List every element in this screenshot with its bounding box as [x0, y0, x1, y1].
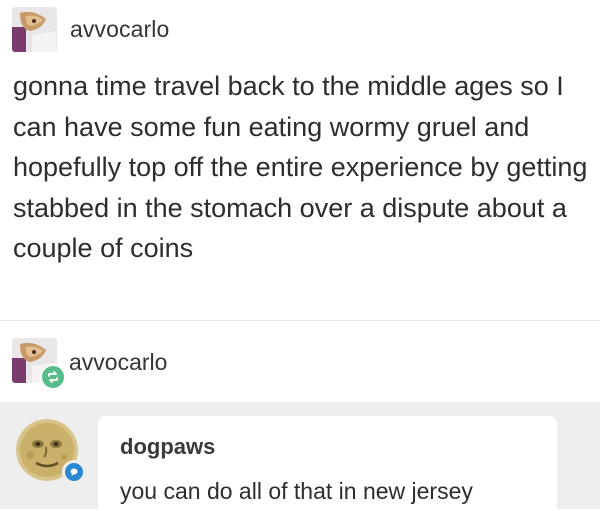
post-divider	[0, 320, 600, 321]
reblog-avatar[interactable]	[12, 338, 66, 390]
reply-card: dogpaws you can do all of that in new je…	[98, 416, 557, 511]
blog-avatar-icon[interactable]	[12, 6, 57, 52]
post-username[interactable]: avvocarlo	[70, 16, 169, 43]
post-header: avvocarlo	[12, 4, 169, 54]
post-body-text: gonna time travel back to the middle age…	[13, 71, 588, 263]
reblog-username[interactable]: avvocarlo	[69, 349, 167, 376]
reblog-icon	[40, 364, 66, 390]
reply-text: you can do all of that in new jersey	[120, 478, 473, 504]
reply-bubble-icon	[62, 460, 86, 484]
reply-username[interactable]: dogpaws	[120, 434, 215, 460]
reply-section: dogpaws you can do all of that in new je…	[0, 402, 600, 511]
reblog-header: avvocarlo	[12, 336, 167, 390]
